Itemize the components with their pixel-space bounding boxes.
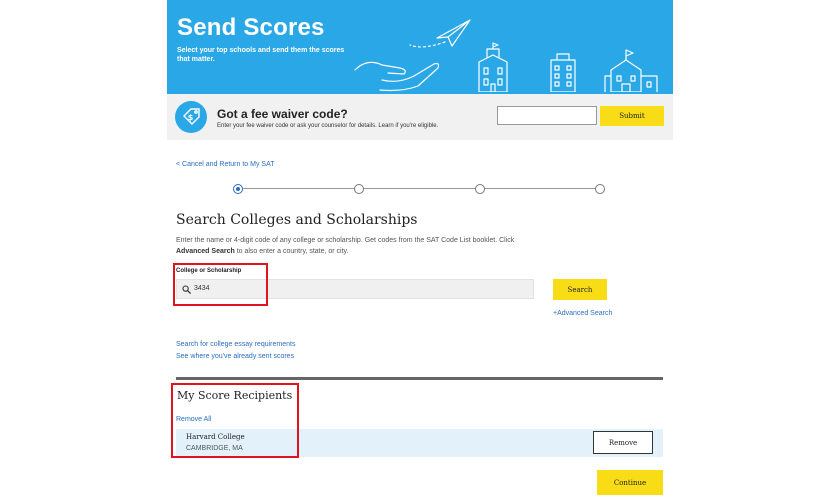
search-description-text-end: to also enter a country, state, or city. [234, 248, 349, 255]
remove-recipient-button[interactable]: Remove [593, 431, 653, 454]
remove-all-link[interactable]: Remove All [176, 416, 211, 423]
fee-waiver-title: Got a fee waiver code? [217, 107, 348, 121]
sent-scores-link[interactable]: See where you've already sent scores [176, 353, 294, 360]
tag-dollar-icon: $ [175, 101, 207, 133]
paper-plane-icon [436, 19, 471, 47]
recipients-heading: My Score Recipients [177, 389, 293, 402]
continue-button[interactable]: Continue [597, 470, 663, 495]
progress-step-3 [475, 184, 485, 194]
progress-step-1 [233, 184, 243, 194]
hero-illustration [354, 19, 658, 92]
hero-banner: Send Scores Select your top schools and … [167, 0, 673, 94]
advanced-search-link[interactable]: +Advanced Search [553, 310, 612, 317]
recipient-location: CAMBRIDGE, MA [186, 445, 243, 452]
cancel-return-link[interactable]: < Cancel and Return to My SAT [176, 161, 275, 168]
search-description: Enter the name or 4-digit code of any co… [176, 235, 536, 257]
hand-icon [354, 61, 440, 92]
search-description-bold: Advanced Search [176, 248, 235, 255]
section-divider [176, 377, 663, 380]
progress-step-2 [354, 184, 364, 194]
send-scores-page: Send Scores Select your top schools and … [167, 0, 673, 500]
search-heading: Search Colleges and Scholarships [176, 212, 418, 228]
svg-text:$: $ [188, 113, 194, 122]
search-button[interactable]: Search [553, 279, 607, 300]
page-title: Send Scores [177, 14, 325, 41]
search-icon [182, 285, 191, 294]
page-subtitle: Select your top schools and send them th… [177, 47, 345, 63]
college-search-label: College or Scholarship [176, 268, 242, 274]
office-building-icon [550, 53, 576, 92]
progress-line [237, 188, 599, 189]
fee-waiver-submit-button[interactable]: Submit [600, 106, 664, 126]
progress-stepper [233, 184, 605, 194]
fee-waiver-description: Enter your fee waiver code or ask your c… [217, 123, 439, 129]
fee-waiver-panel: $ Got a fee waiver code? Enter your fee … [167, 94, 673, 140]
progress-step-4 [595, 184, 605, 194]
search-description-text: Enter the name or 4-digit code of any co… [176, 237, 515, 244]
university-building-icon [478, 42, 508, 92]
essay-requirements-link[interactable]: Search for college essay requirements [176, 341, 295, 348]
school-building-icon [604, 49, 658, 92]
fee-waiver-code-input[interactable] [497, 106, 597, 125]
college-search-value: 3434 [194, 285, 210, 292]
recipient-name: Harvard College [186, 433, 245, 441]
